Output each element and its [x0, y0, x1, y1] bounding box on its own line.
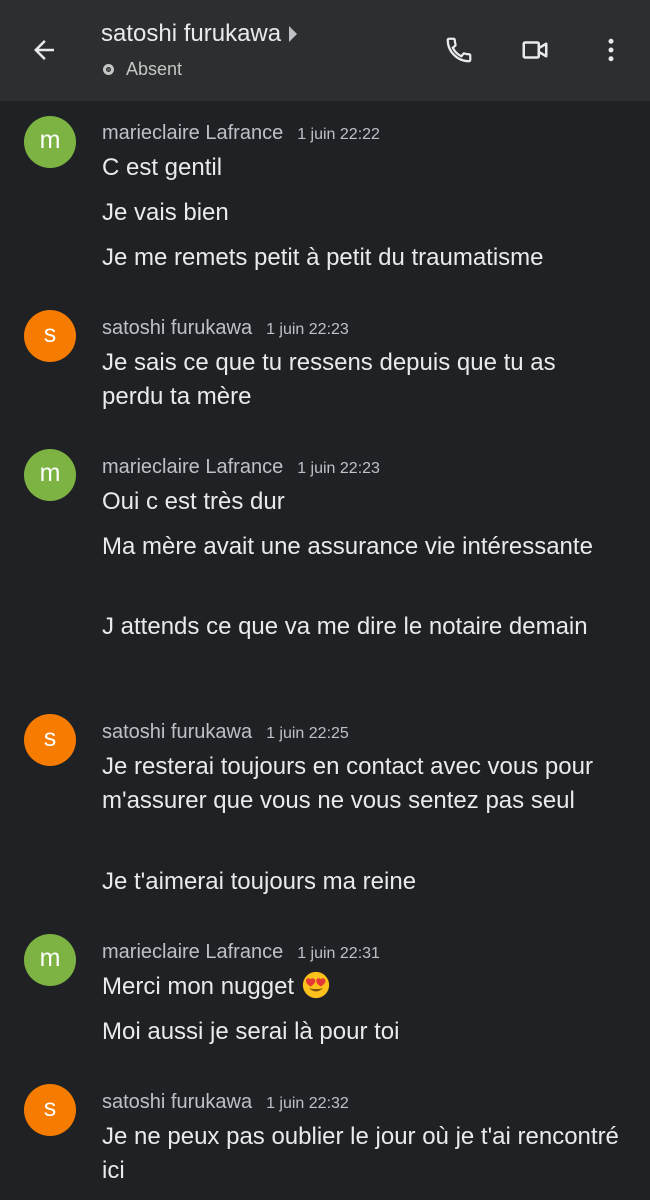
- avatar[interactable]: s: [24, 714, 76, 766]
- message-text[interactable]: Merci mon nugget: [102, 970, 622, 1004]
- sender-name: marieclaire Lafrance: [102, 941, 284, 963]
- message-text[interactable]: Moi aussi je serai là pour toi: [102, 1015, 622, 1049]
- message-meta: marieclaire Lafrance 1 juin 22:22: [102, 122, 380, 145]
- message-text[interactable]: Je t'aimerai toujours ma reine: [102, 865, 622, 899]
- avatar-initial: s: [43, 723, 57, 752]
- avatar-initial: s: [43, 319, 57, 348]
- message-meta: satoshi furukawa 1 juin 22:23: [102, 317, 349, 340]
- message-text-content: Merci mon nugget: [102, 973, 295, 1000]
- message-meta: satoshi furukawa 1 juin 22:32: [102, 1091, 349, 1114]
- message-text[interactable]: Je me remets petit à petit du traumatism…: [102, 241, 622, 275]
- message-time: 1 juin 22:31: [297, 945, 380, 962]
- heart-eyes-emoji-icon: [302, 971, 330, 999]
- sender-name: marieclaire Lafrance: [102, 456, 284, 478]
- message-meta: marieclaire Lafrance 1 juin 22:23: [102, 456, 380, 479]
- message-text[interactable]: C est gentil: [102, 151, 622, 185]
- call-button[interactable]: [437, 28, 481, 72]
- presence-label: Absent: [126, 59, 183, 79]
- message-time: 1 juin 22:23: [266, 321, 349, 338]
- message-text[interactable]: Ma mère avait une assurance vie intéress…: [102, 530, 622, 564]
- avatar-initial: m: [39, 125, 61, 154]
- avatar[interactable]: m: [24, 934, 76, 986]
- avatar[interactable]: m: [24, 116, 76, 168]
- back-button[interactable]: [22, 28, 66, 72]
- video-icon: [522, 41, 548, 59]
- message-time: 1 juin 22:23: [297, 460, 380, 477]
- sender-name: satoshi furukawa: [102, 721, 253, 743]
- message-list[interactable]: m marieclaire Lafrance 1 juin 22:22 C es…: [0, 101, 650, 1200]
- message-text[interactable]: Je sais ce que tu ressens depuis que tu …: [102, 346, 622, 414]
- caret-right-icon: [289, 26, 298, 42]
- avatar[interactable]: s: [24, 310, 76, 362]
- message-text[interactable]: Oui c est très dur: [102, 485, 622, 519]
- avatar[interactable]: s: [24, 1084, 76, 1136]
- more-vert-icon: [608, 38, 614, 62]
- sender-name: marieclaire Lafrance: [102, 122, 284, 144]
- presence-dot-icon: [103, 64, 114, 75]
- message-time: 1 juin 22:22: [297, 126, 380, 143]
- presence-status: Absent: [103, 59, 182, 80]
- conversation-header: satoshi furukawa Absent: [0, 0, 650, 101]
- more-options-button[interactable]: [589, 28, 633, 72]
- message-text[interactable]: Je resterai toujours en contact avec vou…: [102, 750, 622, 818]
- video-call-button[interactable]: [513, 28, 557, 72]
- message-text[interactable]: J attends ce que va me dire le notaire d…: [102, 610, 622, 644]
- back-arrow-icon: [34, 40, 54, 60]
- contact-name: satoshi furukawa: [101, 20, 282, 47]
- message-meta: satoshi furukawa 1 juin 22:25: [102, 721, 349, 744]
- avatar-initial: m: [39, 943, 61, 972]
- avatar-initial: s: [43, 1093, 57, 1122]
- message-text[interactable]: Je ne peux pas oublier le jour où je t'a…: [102, 1120, 622, 1188]
- avatar[interactable]: m: [24, 449, 76, 501]
- message-text[interactable]: Je vais bien: [102, 196, 622, 230]
- message-time: 1 juin 22:32: [266, 1095, 349, 1112]
- message-meta: marieclaire Lafrance 1 juin 22:31: [102, 941, 380, 964]
- sender-name: satoshi furukawa: [102, 1091, 253, 1113]
- avatar-initial: m: [39, 458, 61, 487]
- contact-name-button[interactable]: satoshi furukawa: [101, 20, 298, 48]
- phone-icon: [446, 37, 472, 63]
- sender-name: satoshi furukawa: [102, 317, 253, 339]
- message-time: 1 juin 22:25: [266, 725, 349, 742]
